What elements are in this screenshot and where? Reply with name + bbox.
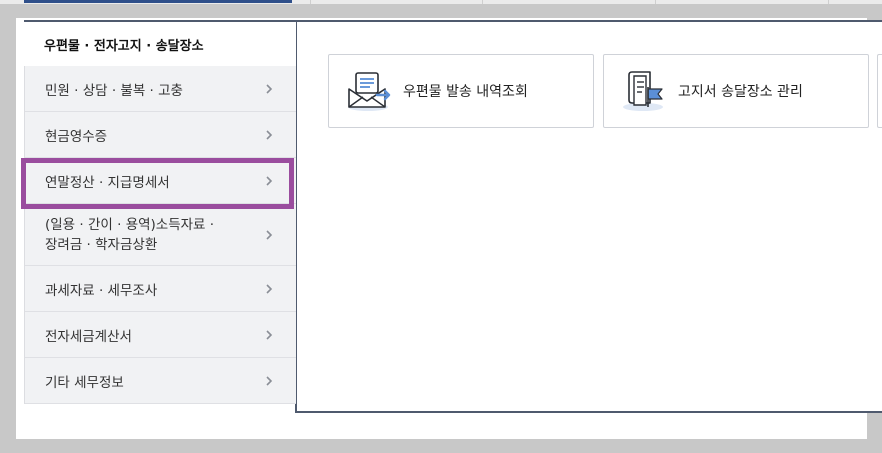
sidebar-item-label: 기타 세무정보 xyxy=(45,374,124,391)
chevron-right-icon xyxy=(266,283,273,294)
sidebar-item-year-end-settlement[interactable]: 연말정산 · 지급명세서 xyxy=(25,158,296,204)
chevron-right-icon xyxy=(266,175,273,186)
sidebar: 우편물 · 전자고지 · 송달장소 민원 · 상담 · 불복 · 고충 현금영수… xyxy=(24,20,296,404)
document-flag-icon xyxy=(623,71,663,111)
sidebar-item-label: 현금영수증 xyxy=(45,128,108,145)
tab-divider xyxy=(482,0,483,4)
chevron-right-icon xyxy=(266,129,273,140)
chevron-right-icon xyxy=(266,375,273,386)
mail-envelope-icon xyxy=(348,72,391,111)
tab-divider xyxy=(310,0,311,4)
card-label: 우편물 발송 내역조회 xyxy=(403,84,528,100)
sidebar-list: 민원 · 상담 · 불복 · 고충 현금영수증 연말정산 · 지급명세서 (일용… xyxy=(24,66,296,404)
chevron-right-icon xyxy=(266,83,273,94)
sidebar-item-label: 전자세금계산서 xyxy=(45,328,132,345)
chevron-right-icon xyxy=(266,329,273,340)
card-partial[interactable] xyxy=(877,54,882,128)
tab-divider xyxy=(828,0,829,4)
sidebar-title[interactable]: 우편물 · 전자고지 · 송달장소 xyxy=(24,20,296,66)
notice-address-card[interactable]: 고지서 송달장소 관리 xyxy=(603,54,869,128)
sidebar-item-tax-audit[interactable]: 과세자료 · 세무조사 xyxy=(25,266,296,312)
sidebar-item-label: 과세자료 · 세무조사 xyxy=(45,282,158,299)
top-tab-strip xyxy=(0,0,882,4)
sidebar-item-label: 민원 · 상담 · 불복 · 고충 xyxy=(45,82,183,99)
sidebar-item-civil-affairs[interactable]: 민원 · 상담 · 불복 · 고충 xyxy=(25,66,296,112)
sidebar-item-label: (일용 · 간이 · 용역)소득자료 · 장려금 · 학자금상환 xyxy=(45,216,215,253)
sidebar-item-income-data[interactable]: (일용 · 간이 · 용역)소득자료 · 장려금 · 학자금상환 xyxy=(25,204,296,266)
sidebar-item-cash-receipt[interactable]: 현금영수증 xyxy=(25,112,296,158)
active-tab-indicator xyxy=(24,0,292,3)
sidebar-item-other-tax-info[interactable]: 기타 세무정보 xyxy=(25,358,296,404)
sidebar-item-label: 연말정산 · 지급명세서 xyxy=(45,174,170,191)
tab-divider xyxy=(655,0,656,4)
chevron-right-icon xyxy=(266,229,273,240)
card-label: 고지서 송달장소 관리 xyxy=(678,84,803,100)
sidebar-item-e-tax-invoice[interactable]: 전자세금계산서 xyxy=(25,312,296,358)
mail-history-card[interactable]: 우편물 발송 내역조회 xyxy=(328,54,594,128)
